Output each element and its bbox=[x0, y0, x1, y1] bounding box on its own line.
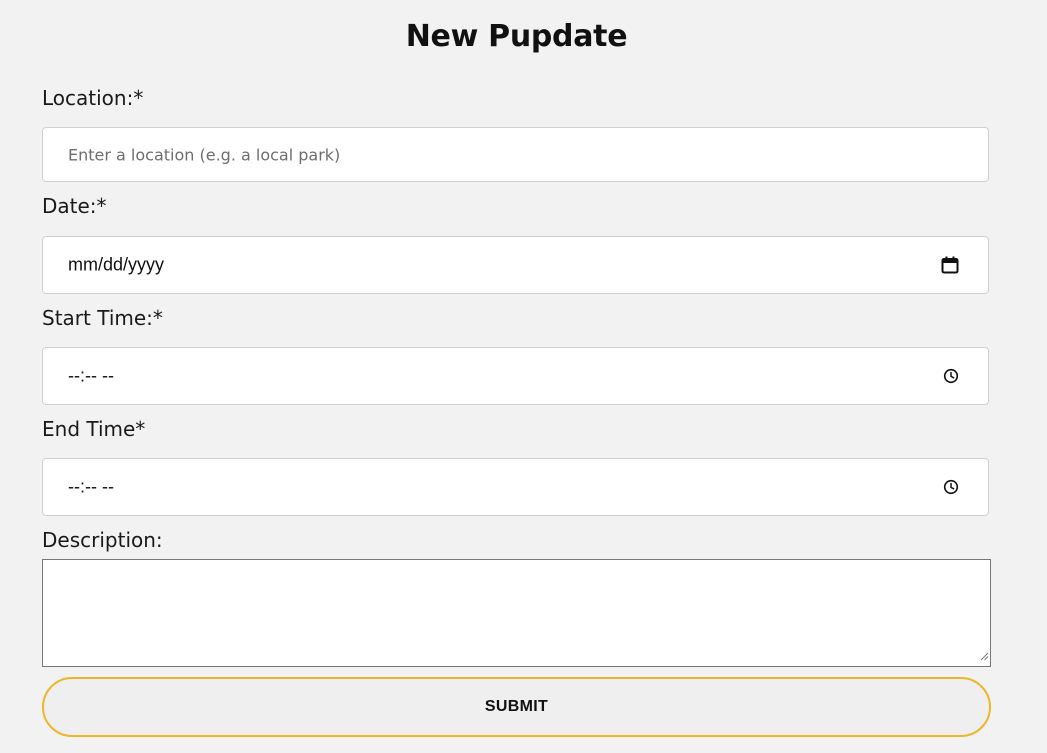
date-input[interactable]: mm/dd/yyyy bbox=[42, 236, 989, 294]
clock-icon[interactable] bbox=[943, 479, 959, 495]
start-time-input[interactable]: --:-- -- bbox=[42, 347, 989, 405]
description-label: Description: bbox=[42, 528, 163, 552]
date-value: mm/dd/yyyy bbox=[68, 254, 165, 275]
description-textarea[interactable] bbox=[42, 559, 991, 667]
start-time-label: Start Time:* bbox=[42, 306, 163, 330]
new-pupdate-page: New Pupdate Location:* Enter a location … bbox=[0, 0, 1047, 753]
end-time-label: End Time* bbox=[42, 417, 146, 441]
calendar-icon[interactable] bbox=[941, 256, 959, 274]
location-placeholder: Enter a location (e.g. a local park) bbox=[68, 145, 341, 164]
date-label: Date:* bbox=[42, 194, 107, 218]
location-label: Location:* bbox=[42, 86, 144, 110]
end-time-input[interactable]: --:-- -- bbox=[42, 458, 989, 516]
submit-button[interactable]: SUBMIT bbox=[42, 677, 991, 737]
end-time-value: --:-- -- bbox=[68, 476, 114, 497]
clock-icon[interactable] bbox=[943, 368, 959, 384]
location-input[interactable]: Enter a location (e.g. a local park) bbox=[42, 127, 989, 182]
start-time-value: --:-- -- bbox=[68, 365, 114, 386]
resize-grip-icon[interactable] bbox=[979, 646, 989, 665]
page-title: New Pupdate bbox=[405, 19, 628, 54]
